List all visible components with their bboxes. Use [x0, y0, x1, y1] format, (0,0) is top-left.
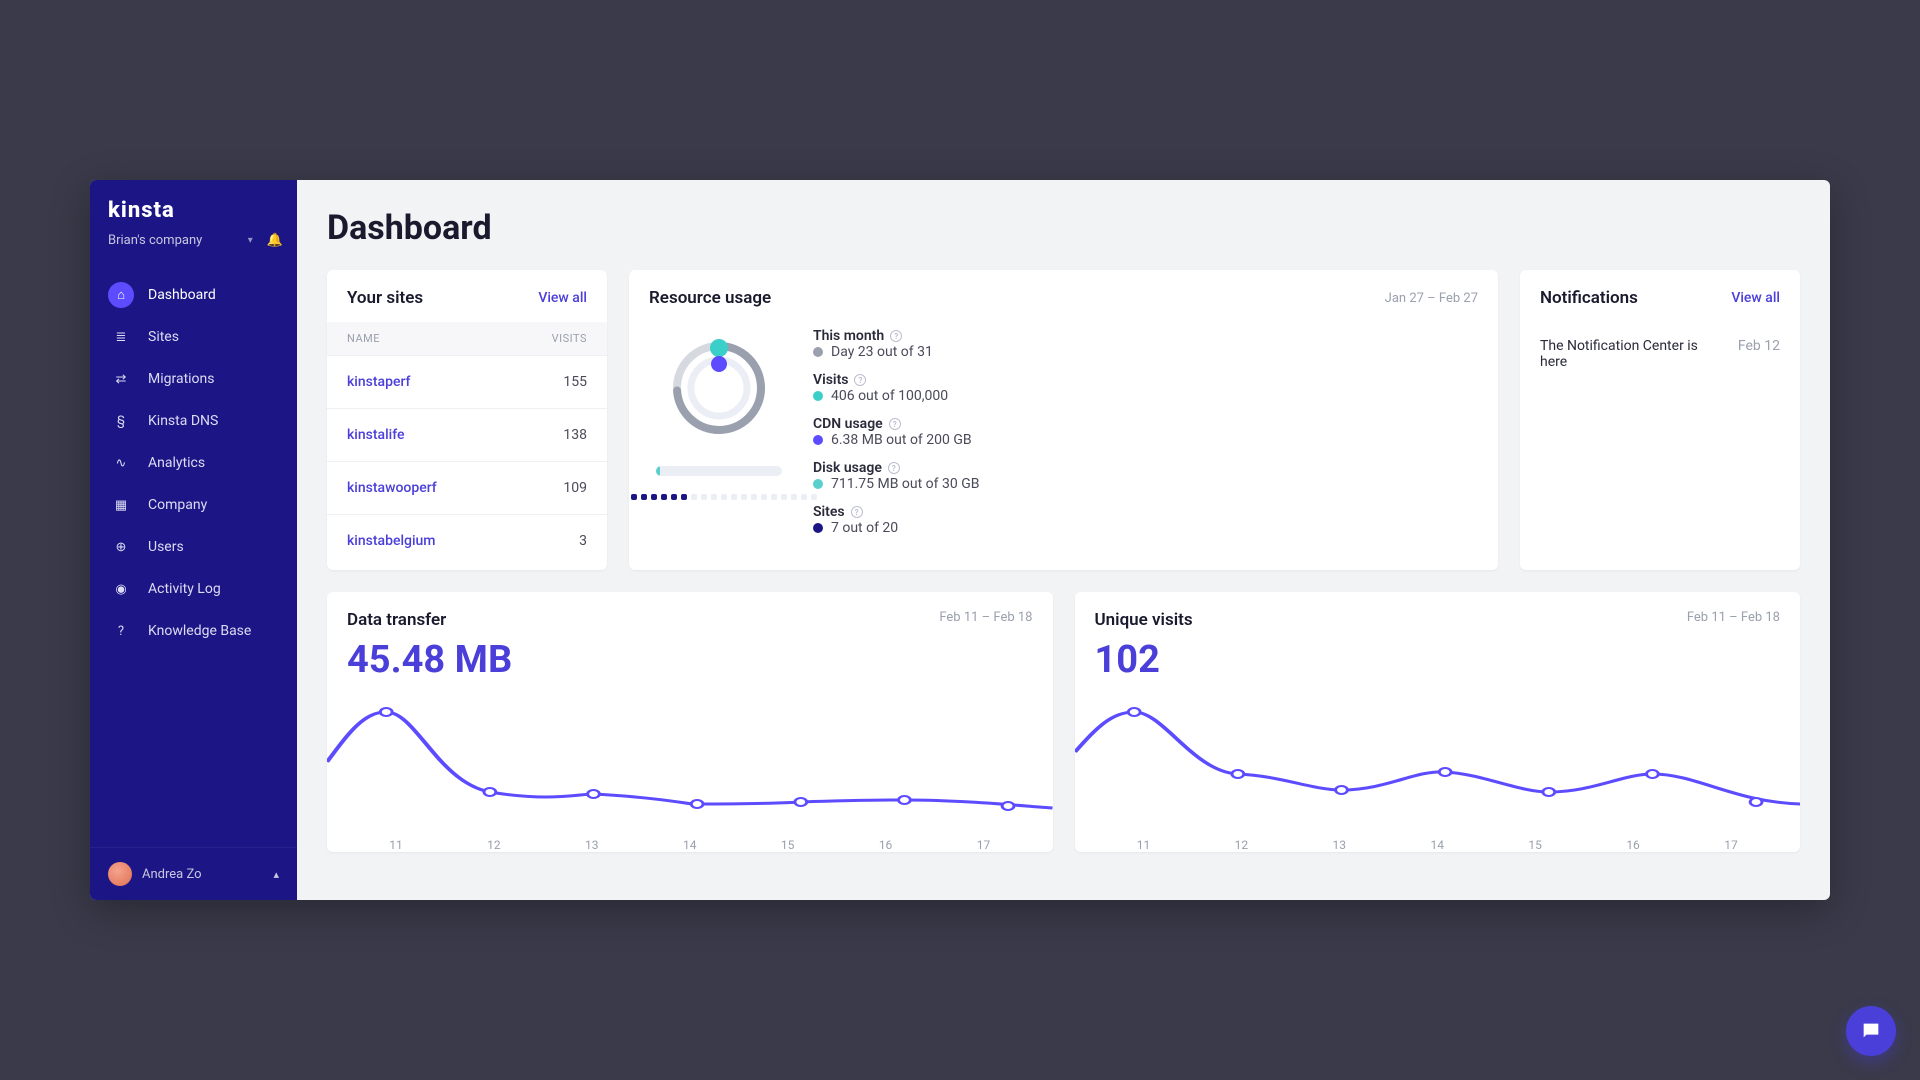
analytics-icon: ∿: [108, 450, 134, 476]
sidebar-item-dns[interactable]: § Kinsta DNS: [90, 400, 297, 442]
chevron-up-icon: ▴: [273, 868, 279, 881]
usage-visits: Visits? 406 out of 100,000: [813, 372, 1478, 404]
resource-usage-card: Resource usage Jan 27 – Feb 27: [629, 270, 1498, 570]
sidebar: kinsta Brian's company ▾ 🔔 ⌂ Dashboard ≣…: [90, 180, 297, 900]
user-name: Andrea Zo: [142, 867, 202, 882]
transfer-value: 45.48 MB: [327, 638, 1053, 692]
usage-disk: Disk usage? 711.75 MB out of 30 GB: [813, 460, 1478, 492]
bell-icon[interactable]: 🔔: [267, 233, 283, 248]
site-visits: 3: [579, 533, 587, 549]
company-icon: ▦: [108, 492, 134, 518]
view-all-notifications-link[interactable]: View all: [1731, 290, 1780, 306]
page-title: Dashboard: [327, 208, 1800, 248]
sidebar-item-label: Sites: [148, 329, 179, 345]
transfer-axis: 111213 14151617: [327, 832, 1053, 852]
sidebar-item-kb[interactable]: ? Knowledge Base: [90, 610, 297, 652]
table-row[interactable]: kinstawooperf 109: [327, 461, 607, 514]
col-name: NAME: [347, 332, 380, 345]
disk-usage-bar: [656, 466, 782, 476]
col-visits: VISITS: [552, 332, 587, 345]
site-visits: 155: [563, 374, 587, 390]
brand-logo: kinsta: [90, 180, 297, 229]
transfer-title: Data transfer: [347, 610, 446, 630]
visits-value: 102: [1075, 638, 1801, 692]
sidebar-item-label: Analytics: [148, 455, 205, 471]
sidebar-item-label: Activity Log: [148, 581, 221, 597]
notification-row[interactable]: The Notification Center is here Feb 12: [1520, 322, 1800, 382]
table-row[interactable]: kinstaperf 155: [327, 355, 607, 408]
sidebar-item-migrations[interactable]: ⇄ Migrations: [90, 358, 297, 400]
info-icon[interactable]: ?: [888, 462, 900, 474]
app-frame: kinsta Brian's company ▾ 🔔 ⌂ Dashboard ≣…: [90, 180, 1830, 900]
info-icon[interactable]: ?: [854, 374, 866, 386]
sidebar-item-dashboard[interactable]: ⌂ Dashboard: [90, 274, 297, 316]
notifications-card: Notifications View all The Notification …: [1520, 270, 1800, 570]
notifications-title: Notifications: [1540, 288, 1638, 308]
table-row[interactable]: kinstabelgium 3: [327, 514, 607, 567]
unique-visits-card: Unique visits Feb 11 – Feb 18 102 111213…: [1075, 592, 1801, 852]
eye-icon: ◉: [108, 576, 134, 602]
sidebar-item-label: Kinsta DNS: [148, 413, 218, 429]
usage-sites: Sites? 7 out of 20: [813, 504, 1478, 536]
sidebar-item-activity[interactable]: ◉ Activity Log: [90, 568, 297, 610]
site-visits: 109: [563, 480, 587, 496]
users-icon: ⊕: [108, 534, 134, 560]
site-name: kinstaperf: [347, 374, 410, 390]
notification-text: The Notification Center is here: [1540, 338, 1724, 370]
sidebar-item-company[interactable]: ▦ Company: [90, 484, 297, 526]
notification-date: Feb 12: [1738, 338, 1780, 370]
sidebar-item-users[interactable]: ⊕ Users: [90, 526, 297, 568]
data-transfer-card: Data transfer Feb 11 – Feb 18 45.48 MB 1…: [327, 592, 1053, 852]
sites-title: Your sites: [347, 288, 423, 308]
main-content: Dashboard Your sites View all NAME VISIT…: [297, 180, 1830, 900]
usage-cdn: CDN usage? 6.38 MB out of 200 GB: [813, 416, 1478, 448]
migrate-icon: ⇄: [108, 366, 134, 392]
sidebar-item-label: Migrations: [148, 371, 215, 387]
usage-range: Jan 27 – Feb 27: [1385, 291, 1478, 306]
chevron-down-icon[interactable]: ▾: [248, 235, 253, 246]
sidebar-item-label: Company: [148, 497, 207, 513]
usage-donut-chart: [659, 328, 779, 448]
visits-chart: [1075, 692, 1801, 832]
site-name: kinstawooperf: [347, 480, 437, 496]
transfer-chart: [327, 692, 1053, 832]
visits-axis: 111213 14151617: [1075, 832, 1801, 852]
home-icon: ⌂: [108, 282, 134, 308]
help-icon: ?: [108, 618, 134, 644]
sidebar-item-label: Dashboard: [148, 287, 216, 303]
layers-icon: ≣: [108, 324, 134, 350]
nav-list: ⌂ Dashboard ≣ Sites ⇄ Migrations § Kinst…: [90, 268, 297, 847]
sidebar-user[interactable]: Andrea Zo ▴: [90, 847, 297, 900]
site-visits: 138: [563, 427, 587, 443]
transfer-range: Feb 11 – Feb 18: [939, 610, 1032, 630]
company-name[interactable]: Brian's company: [108, 233, 202, 248]
usage-month: This month? Day 23 out of 31: [813, 328, 1478, 360]
avatar: [108, 862, 132, 886]
sidebar-item-sites[interactable]: ≣ Sites: [90, 316, 297, 358]
sidebar-item-label: Knowledge Base: [148, 623, 251, 639]
your-sites-card: Your sites View all NAME VISITS kinstape…: [327, 270, 607, 570]
visits-title: Unique visits: [1095, 610, 1193, 630]
sidebar-item-analytics[interactable]: ∿ Analytics: [90, 442, 297, 484]
sites-table-header: NAME VISITS: [327, 322, 607, 355]
sidebar-item-label: Users: [148, 539, 184, 555]
usage-title: Resource usage: [649, 288, 771, 308]
table-row[interactable]: kinstalife 138: [327, 408, 607, 461]
sites-count-bar: [629, 494, 817, 500]
info-icon[interactable]: ?: [889, 418, 901, 430]
site-name: kinstabelgium: [347, 533, 436, 549]
view-all-sites-link[interactable]: View all: [538, 290, 587, 306]
site-name: kinstalife: [347, 427, 405, 443]
info-icon[interactable]: ?: [851, 506, 863, 518]
visits-range: Feb 11 – Feb 18: [1687, 610, 1780, 630]
info-icon[interactable]: ?: [890, 330, 902, 342]
dns-icon: §: [108, 408, 134, 434]
